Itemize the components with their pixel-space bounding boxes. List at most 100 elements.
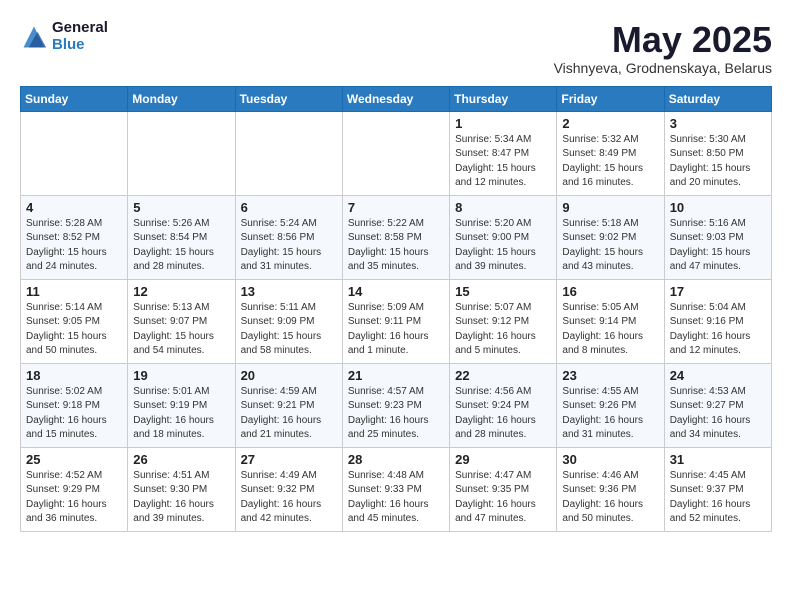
sunrise-text: Sunrise: 5:28 AM: [26, 218, 102, 229]
day-number: 17: [670, 284, 766, 299]
sunset-text: Sunset: 9:29 PM: [26, 484, 100, 495]
day-info: Sunrise: 4:48 AM Sunset: 9:33 PM Dayligh…: [348, 469, 444, 527]
daylight-text: Daylight: 15 hours and 35 minutes.: [348, 247, 429, 273]
day-info: Sunrise: 4:45 AM Sunset: 9:37 PM Dayligh…: [670, 469, 766, 527]
sunset-text: Sunset: 9:16 PM: [670, 316, 744, 327]
sunrise-text: Sunrise: 5:05 AM: [562, 302, 638, 313]
daylight-text: Daylight: 15 hours and 28 minutes.: [133, 247, 214, 273]
sunset-text: Sunset: 9:03 PM: [670, 232, 744, 243]
sunset-text: Sunset: 9:37 PM: [670, 484, 744, 495]
table-row: 6 Sunrise: 5:24 AM Sunset: 8:56 PM Dayli…: [235, 195, 342, 279]
sunset-text: Sunset: 9:21 PM: [241, 400, 315, 411]
table-row: 15 Sunrise: 5:07 AM Sunset: 9:12 PM Dayl…: [450, 279, 557, 363]
daylight-text: Daylight: 16 hours and 1 minute.: [348, 331, 429, 357]
sunrise-text: Sunrise: 5:18 AM: [562, 218, 638, 229]
table-row: 7 Sunrise: 5:22 AM Sunset: 8:58 PM Dayli…: [342, 195, 449, 279]
sunset-text: Sunset: 9:35 PM: [455, 484, 529, 495]
sunset-text: Sunset: 8:54 PM: [133, 232, 207, 243]
sunrise-text: Sunrise: 5:30 AM: [670, 134, 746, 145]
day-number: 29: [455, 452, 551, 467]
calendar-row: 4 Sunrise: 5:28 AM Sunset: 8:52 PM Dayli…: [21, 195, 772, 279]
daylight-text: Daylight: 15 hours and 12 minutes.: [455, 163, 536, 189]
day-number: 12: [133, 284, 229, 299]
daylight-text: Daylight: 16 hours and 36 minutes.: [26, 499, 107, 525]
sunrise-text: Sunrise: 5:04 AM: [670, 302, 746, 313]
table-row: 9 Sunrise: 5:18 AM Sunset: 9:02 PM Dayli…: [557, 195, 664, 279]
daylight-text: Daylight: 15 hours and 16 minutes.: [562, 163, 643, 189]
sunrise-text: Sunrise: 4:59 AM: [241, 386, 317, 397]
daylight-text: Daylight: 16 hours and 28 minutes.: [455, 415, 536, 441]
day-info: Sunrise: 5:14 AM Sunset: 9:05 PM Dayligh…: [26, 301, 122, 359]
day-info: Sunrise: 4:46 AM Sunset: 9:36 PM Dayligh…: [562, 469, 658, 527]
table-row: 21 Sunrise: 4:57 AM Sunset: 9:23 PM Dayl…: [342, 363, 449, 447]
calendar-row: 11 Sunrise: 5:14 AM Sunset: 9:05 PM Dayl…: [21, 279, 772, 363]
sunset-text: Sunset: 9:07 PM: [133, 316, 207, 327]
table-row: 22 Sunrise: 4:56 AM Sunset: 9:24 PM Dayl…: [450, 363, 557, 447]
day-number: 14: [348, 284, 444, 299]
calendar-location: Vishnyeva, Grodnenskaya, Belarus: [554, 60, 772, 76]
weekday-header-row: Sunday Monday Tuesday Wednesday Thursday…: [21, 86, 772, 111]
table-row: [21, 111, 128, 195]
day-number: 28: [348, 452, 444, 467]
sunrise-text: Sunrise: 5:26 AM: [133, 218, 209, 229]
sunrise-text: Sunrise: 5:22 AM: [348, 218, 424, 229]
sunrise-text: Sunrise: 4:46 AM: [562, 470, 638, 481]
calendar-row: 1 Sunrise: 5:34 AM Sunset: 8:47 PM Dayli…: [21, 111, 772, 195]
logo-blue-text: Blue: [52, 37, 108, 54]
header-tuesday: Tuesday: [235, 86, 342, 111]
day-number: 27: [241, 452, 337, 467]
sunset-text: Sunset: 8:56 PM: [241, 232, 315, 243]
day-info: Sunrise: 4:57 AM Sunset: 9:23 PM Dayligh…: [348, 385, 444, 443]
day-info: Sunrise: 5:16 AM Sunset: 9:03 PM Dayligh…: [670, 217, 766, 275]
daylight-text: Daylight: 16 hours and 47 minutes.: [455, 499, 536, 525]
sunset-text: Sunset: 9:32 PM: [241, 484, 315, 495]
table-row: 14 Sunrise: 5:09 AM Sunset: 9:11 PM Dayl…: [342, 279, 449, 363]
daylight-text: Daylight: 16 hours and 8 minutes.: [562, 331, 643, 357]
day-number: 1: [455, 116, 551, 131]
table-row: [128, 111, 235, 195]
day-info: Sunrise: 4:59 AM Sunset: 9:21 PM Dayligh…: [241, 385, 337, 443]
day-number: 23: [562, 368, 658, 383]
day-info: Sunrise: 5:30 AM Sunset: 8:50 PM Dayligh…: [670, 133, 766, 191]
day-number: 31: [670, 452, 766, 467]
day-info: Sunrise: 5:07 AM Sunset: 9:12 PM Dayligh…: [455, 301, 551, 359]
day-info: Sunrise: 5:02 AM Sunset: 9:18 PM Dayligh…: [26, 385, 122, 443]
daylight-text: Daylight: 15 hours and 43 minutes.: [562, 247, 643, 273]
day-info: Sunrise: 4:51 AM Sunset: 9:30 PM Dayligh…: [133, 469, 229, 527]
sunset-text: Sunset: 9:36 PM: [562, 484, 636, 495]
day-number: 26: [133, 452, 229, 467]
table-row: [342, 111, 449, 195]
table-row: 29 Sunrise: 4:47 AM Sunset: 9:35 PM Dayl…: [450, 447, 557, 531]
day-number: 13: [241, 284, 337, 299]
daylight-text: Daylight: 16 hours and 12 minutes.: [670, 331, 751, 357]
calendar-row: 25 Sunrise: 4:52 AM Sunset: 9:29 PM Dayl…: [21, 447, 772, 531]
daylight-text: Daylight: 15 hours and 24 minutes.: [26, 247, 107, 273]
sunrise-text: Sunrise: 5:09 AM: [348, 302, 424, 313]
table-row: 16 Sunrise: 5:05 AM Sunset: 9:14 PM Dayl…: [557, 279, 664, 363]
daylight-text: Daylight: 16 hours and 18 minutes.: [133, 415, 214, 441]
sunset-text: Sunset: 9:23 PM: [348, 400, 422, 411]
sunset-text: Sunset: 8:47 PM: [455, 148, 529, 159]
table-row: 27 Sunrise: 4:49 AM Sunset: 9:32 PM Dayl…: [235, 447, 342, 531]
day-number: 5: [133, 200, 229, 215]
daylight-text: Daylight: 16 hours and 39 minutes.: [133, 499, 214, 525]
daylight-text: Daylight: 16 hours and 50 minutes.: [562, 499, 643, 525]
sunrise-text: Sunrise: 5:14 AM: [26, 302, 102, 313]
day-info: Sunrise: 4:47 AM Sunset: 9:35 PM Dayligh…: [455, 469, 551, 527]
table-row: 11 Sunrise: 5:14 AM Sunset: 9:05 PM Dayl…: [21, 279, 128, 363]
table-row: 31 Sunrise: 4:45 AM Sunset: 9:37 PM Dayl…: [664, 447, 771, 531]
sunrise-text: Sunrise: 4:48 AM: [348, 470, 424, 481]
header-wednesday: Wednesday: [342, 86, 449, 111]
daylight-text: Daylight: 15 hours and 54 minutes.: [133, 331, 214, 357]
table-row: 24 Sunrise: 4:53 AM Sunset: 9:27 PM Dayl…: [664, 363, 771, 447]
sunset-text: Sunset: 9:30 PM: [133, 484, 207, 495]
day-info: Sunrise: 5:22 AM Sunset: 8:58 PM Dayligh…: [348, 217, 444, 275]
day-number: 24: [670, 368, 766, 383]
daylight-text: Daylight: 16 hours and 25 minutes.: [348, 415, 429, 441]
day-number: 15: [455, 284, 551, 299]
sunset-text: Sunset: 9:05 PM: [26, 316, 100, 327]
day-info: Sunrise: 4:55 AM Sunset: 9:26 PM Dayligh…: [562, 385, 658, 443]
table-row: 1 Sunrise: 5:34 AM Sunset: 8:47 PM Dayli…: [450, 111, 557, 195]
daylight-text: Daylight: 16 hours and 21 minutes.: [241, 415, 322, 441]
daylight-text: Daylight: 15 hours and 39 minutes.: [455, 247, 536, 273]
